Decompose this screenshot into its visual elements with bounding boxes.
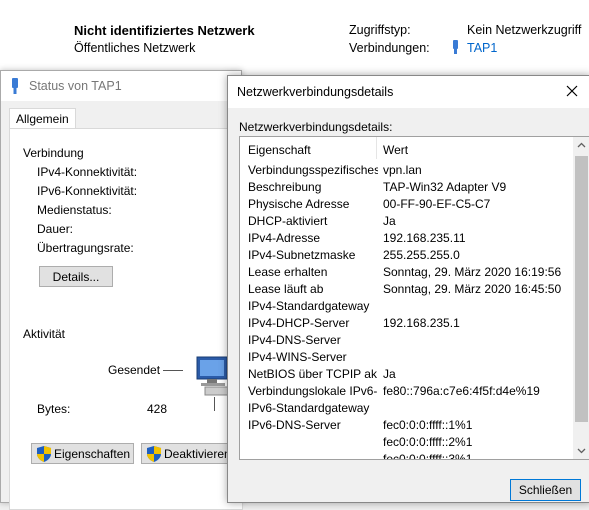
bytes-sent-value: 428 [147, 402, 168, 416]
row-property: Verbindungsspezifisches... [248, 163, 378, 177]
status-dialog: Status von TAP1 Allgemein Verbindung IPv… [0, 70, 243, 510]
table-row[interactable]: DHCP-aktiviert Ja [240, 213, 575, 230]
details-title: Netzwerkverbindungsdetails [237, 85, 394, 99]
connections-label: Verbindungen: [349, 41, 430, 55]
list-header: Eigenschaft Wert [240, 137, 570, 159]
table-row[interactable]: IPv4-Subnetzmaske 255.255.255.0 [240, 247, 575, 264]
table-row[interactable]: IPv4-DNS-Server [240, 332, 575, 349]
uac-shield-icon [37, 446, 51, 462]
scroll-up-icon[interactable] [573, 137, 589, 154]
details-list[interactable]: Eigenschaft Wert Verbindungsspezifisches… [239, 136, 589, 460]
details-rows: Verbindungsspezifisches... vpn.lan Beschre… [240, 162, 575, 460]
connection-group-label: Verbindung [23, 146, 84, 160]
close-icon[interactable] [564, 83, 580, 99]
row-value: Ja [383, 367, 396, 381]
table-row[interactable]: Physische Adresse 00-FF-90-EF-C5-C7 [240, 196, 575, 213]
column-header-value[interactable]: Wert [383, 143, 408, 157]
ipv6-connectivity-label: IPv6-Konnektivität: [37, 184, 138, 198]
row-value: 00-FF-90-EF-C5-C7 [383, 197, 491, 211]
general-tab-panel: Verbindung IPv4-Konnektivität: IPv6-Konn… [9, 128, 243, 510]
access-type-label: Zugriffstyp: [349, 23, 411, 37]
activity-group-label: Aktivität [23, 327, 66, 341]
table-row[interactable]: fec0:0:0:ffff::3%1 [240, 451, 575, 460]
table-row[interactable]: Verbindungslokale IPv6-... fe80::796a:c7e… [240, 383, 575, 400]
status-title: Status von TAP1 [29, 79, 122, 93]
row-value: Sonntag, 29. März 2020 16:19:56 [383, 265, 562, 279]
uac-shield-icon [147, 446, 161, 462]
table-row[interactable]: fec0:0:0:ffff::2%1 [240, 434, 575, 451]
row-value: 192.168.235.11 [383, 231, 466, 245]
row-property: NetBIOS über TCPIP ak... [248, 367, 378, 381]
adapter-icon [10, 78, 20, 94]
table-row[interactable]: Beschreibung TAP-Win32 Adapter V9 [240, 179, 575, 196]
row-value: 255.255.255.0 [383, 248, 460, 262]
network-name: Nicht identifiziertes Netzwerk [74, 23, 255, 38]
connection-link[interactable]: TAP1 [467, 41, 497, 55]
disable-button[interactable]: Deaktivieren [141, 443, 241, 464]
row-property: IPv4-DNS-Server [248, 333, 341, 347]
access-type-value: Kein Netzwerkzugriff [467, 23, 582, 37]
media-status-label: Medienstatus: [37, 203, 112, 217]
row-property: Physische Adresse [248, 197, 350, 211]
scroll-thumb[interactable] [575, 156, 588, 422]
network-center-panel: Nicht identifiziertes Netzwerk Öffentlic… [0, 0, 589, 78]
close-button[interactable]: Schließen [510, 479, 581, 501]
properties-button[interactable]: Eigenschaften [31, 443, 134, 464]
duration-label: Dauer: [37, 222, 74, 236]
table-row[interactable]: Lease erhalten Sonntag, 29. März 2020 16:… [240, 264, 575, 281]
row-property: IPv4-Standardgateway [248, 299, 370, 313]
row-property: IPv6-DNS-Server [248, 418, 341, 432]
scroll-down-icon[interactable] [573, 442, 589, 459]
table-row[interactable]: IPv6-DNS-Server fec0:0:0:ffff::1%1 [240, 417, 575, 434]
sent-label: Gesendet [108, 363, 161, 377]
row-value: TAP-Win32 Adapter V9 [383, 180, 507, 194]
ipv4-connectivity-label: IPv4-Konnektivität: [37, 165, 138, 179]
row-property: IPv4-Subnetzmaske [248, 248, 356, 262]
row-property: Lease läuft ab [248, 282, 324, 296]
row-property: IPv4-Adresse [248, 231, 321, 245]
column-header-property[interactable]: Eigenschaft [248, 143, 311, 157]
row-value: 192.168.235.1 [383, 316, 460, 330]
row-property: DHCP-aktiviert [248, 214, 328, 228]
details-subtitle: Netzwerkverbindungsdetails: [239, 120, 393, 134]
bytes-label: Bytes: [37, 402, 71, 416]
details-titlebar[interactable]: Netzwerkverbindungsdetails [228, 76, 589, 108]
tab-general[interactable]: Allgemein [9, 108, 76, 130]
details-dialog: Netzwerkverbindungsdetails Netzwerkverbi… [227, 75, 589, 503]
speed-label: Übertragungsrate: [37, 241, 134, 255]
row-value: fe80::796a:c7e6:4f5f:d4e%19 [383, 384, 540, 398]
row-value: fec0:0:0:ffff::1%1 [383, 418, 473, 432]
column-separator[interactable] [376, 137, 377, 159]
properties-button-label: Eigenschaften [54, 447, 131, 461]
row-value: vpn.lan [383, 163, 422, 177]
row-value: Ja [383, 214, 396, 228]
table-row[interactable]: Lease läuft ab Sonntag, 29. März 2020 16:… [240, 281, 575, 298]
row-value: Sonntag, 29. März 2020 16:45:50 [383, 282, 562, 296]
row-value: fec0:0:0:ffff::2%1 [383, 435, 473, 449]
divider [214, 397, 215, 411]
network-type: Öffentliches Netzwerk [74, 41, 196, 55]
table-row[interactable]: NetBIOS über TCPIP ak... Ja [240, 366, 575, 383]
tab-strip: Allgemein [1, 101, 241, 130]
table-row[interactable]: IPv4-DHCP-Server 192.168.235.1 [240, 315, 575, 332]
row-property: IPv4-WINS-Server [248, 350, 347, 364]
row-value: fec0:0:0:ffff::3%1 [383, 452, 473, 460]
row-property: IPv4-DHCP-Server [248, 316, 350, 330]
table-row[interactable]: IPv4-WINS-Server [240, 349, 575, 366]
row-property: Verbindungslokale IPv6-... [248, 384, 378, 398]
table-row[interactable]: IPv4-Standardgateway [240, 298, 575, 315]
status-titlebar[interactable]: Status von TAP1 [1, 71, 241, 101]
row-property: Beschreibung [248, 180, 322, 194]
row-property: Lease erhalten [248, 265, 328, 279]
table-row[interactable]: Verbindungsspezifisches... vpn.lan [240, 162, 575, 179]
row-property: IPv6-Standardgateway [248, 401, 370, 415]
adapter-icon [451, 40, 460, 54]
details-button[interactable]: Details... [39, 266, 113, 287]
disable-button-label: Deaktivieren [164, 447, 231, 461]
table-row[interactable]: IPv6-Standardgateway [240, 400, 575, 417]
table-row[interactable]: IPv4-Adresse 192.168.235.11 [240, 230, 575, 247]
sent-line [163, 370, 183, 371]
vertical-scrollbar[interactable] [573, 137, 589, 459]
